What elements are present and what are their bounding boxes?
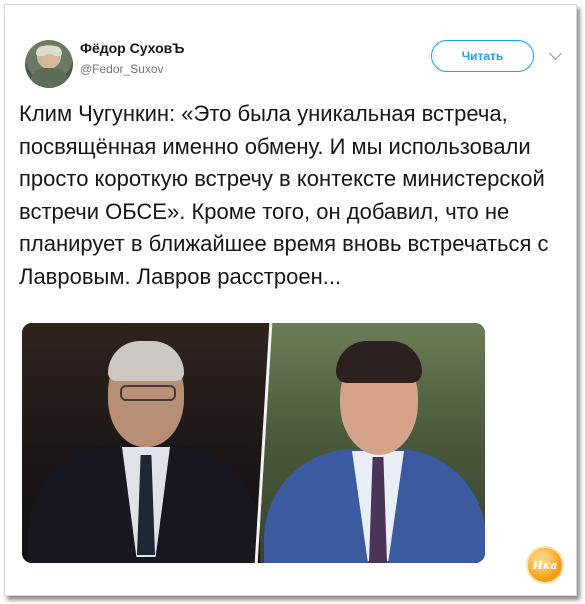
watermark-logo: Ика xyxy=(526,546,564,584)
tweet-image[interactable] xyxy=(22,323,485,563)
avatar[interactable] xyxy=(25,40,73,88)
tweet-text: Клим Чугункин: «Это была уникальная встр… xyxy=(19,101,549,289)
follow-button[interactable]: Читать xyxy=(431,40,534,72)
author-name[interactable]: Фёдор СуховЪ xyxy=(80,40,184,56)
right-person-hair xyxy=(336,341,422,383)
avatar-coat xyxy=(30,68,68,88)
left-person-glasses xyxy=(120,385,176,401)
author-handle[interactable]: @Fedor_Suxov xyxy=(80,62,164,76)
